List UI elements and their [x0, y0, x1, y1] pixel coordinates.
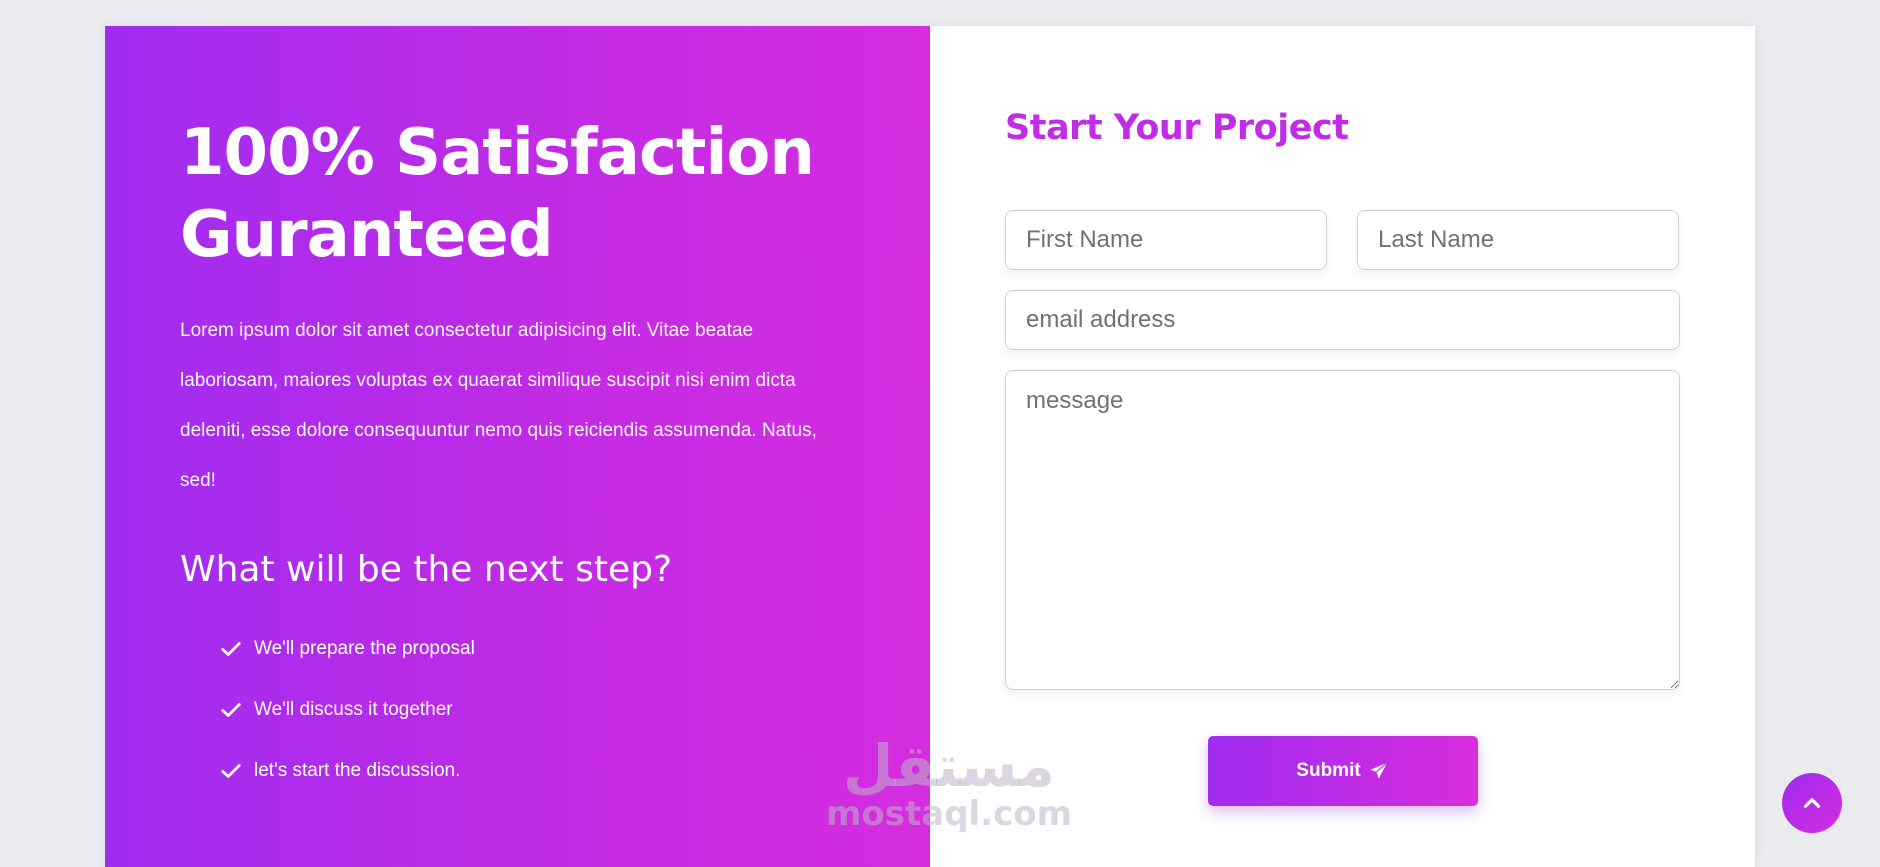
list-item: We'll discuss it together	[220, 679, 850, 740]
list-item-label: We'll prepare the proposal	[254, 637, 475, 659]
message-textarea[interactable]	[1005, 370, 1680, 690]
hero-title: 100% Satisfaction Guranteed	[180, 112, 850, 276]
check-icon	[221, 702, 241, 717]
list-item-label: let's start the discussion.	[254, 759, 461, 781]
name-row	[1005, 210, 1680, 270]
list-item-label: We'll discuss it together	[254, 698, 453, 720]
form-title: Start Your Project	[1005, 108, 1349, 148]
check-icon	[221, 641, 241, 656]
list-item: let's start the discussion.	[220, 740, 850, 801]
list-item: We'll prepare the proposal	[220, 618, 850, 679]
project-form: Submit	[1005, 210, 1680, 806]
info-panel: 100% Satisfaction Guranteed Lorem ipsum …	[105, 26, 930, 867]
first-name-input[interactable]	[1005, 210, 1327, 270]
watermark: مستقل mostaql.com	[826, 735, 1072, 831]
last-name-input[interactable]	[1357, 210, 1679, 270]
chevron-up-icon	[1803, 798, 1821, 808]
watermark-arabic: مستقل	[842, 732, 1056, 800]
watermark-latin: mostaql.com	[826, 794, 1073, 834]
next-step-list: We'll prepare the proposal We'll discuss…	[220, 618, 850, 801]
hero-description: Lorem ipsum dolor sit amet consectetur a…	[180, 320, 817, 491]
scroll-to-top-button[interactable]	[1782, 773, 1842, 833]
paper-plane-icon	[1370, 762, 1388, 779]
hero-title-line1: 100% Satisfaction	[180, 116, 815, 190]
next-step-title: What will be the next step?	[180, 549, 673, 590]
email-input[interactable]	[1005, 290, 1680, 350]
submit-button[interactable]: Submit	[1207, 736, 1478, 806]
submit-label: Submit	[1296, 760, 1361, 781]
hero-title-line2: Guranteed	[180, 198, 554, 272]
submit-wrapper: Submit	[1005, 736, 1680, 806]
check-icon	[221, 763, 241, 778]
